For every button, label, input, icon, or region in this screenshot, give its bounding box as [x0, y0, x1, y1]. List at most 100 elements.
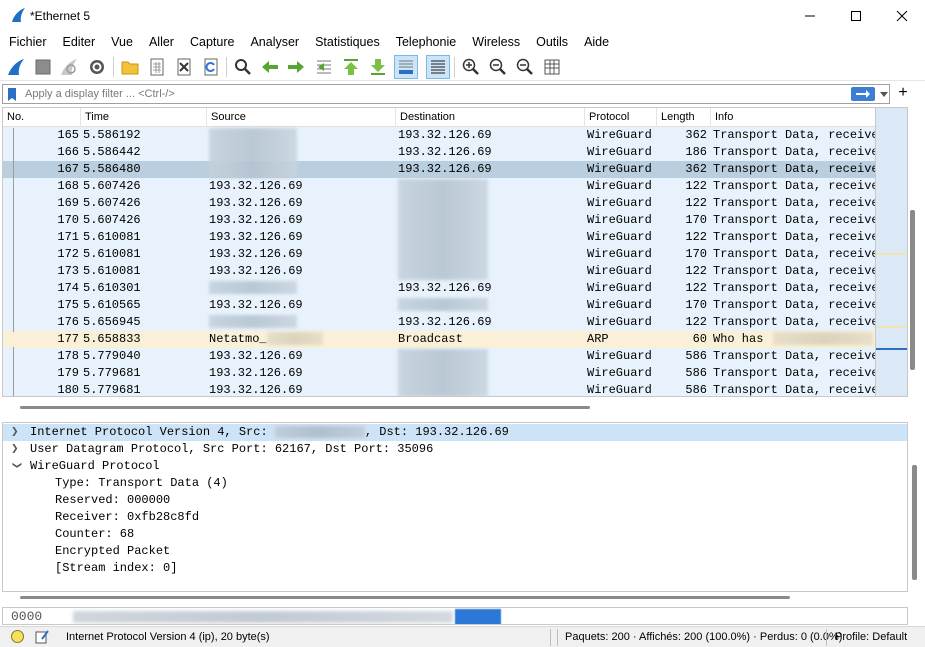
find-packet-button[interactable]	[231, 55, 255, 79]
packet-no: 165	[57, 128, 79, 142]
restart-capture-button[interactable]	[57, 55, 81, 79]
detail-field-receiver: Receiver: 0xfb28c8fd	[55, 510, 200, 524]
details-hscrollbar[interactable]	[20, 596, 790, 599]
menu-outils[interactable]: Outils	[528, 32, 576, 52]
arrow-right-icon	[856, 90, 870, 98]
capture-comment-icon[interactable]	[34, 629, 50, 645]
column-header-time[interactable]: Time	[81, 108, 207, 127]
packet-source: 193.32.126.69	[209, 213, 303, 227]
reload-file-button[interactable]	[199, 55, 223, 79]
detail-wg-text: WireGuard Protocol	[30, 459, 160, 473]
conversation-bracket	[13, 128, 14, 332]
filter-history-dropdown[interactable]	[879, 87, 889, 101]
packet-row[interactable]: 165 5.586192 193.32.126.69 WireGuard 362…	[3, 127, 875, 144]
menu-aide[interactable]: Aide	[576, 32, 617, 52]
packet-time: 5.610081	[83, 247, 141, 261]
last-packet-button[interactable]	[366, 55, 390, 79]
start-capture-button[interactable]	[4, 55, 28, 79]
column-header-source[interactable]: Source	[207, 108, 396, 127]
packet-list-scrollbar[interactable]	[910, 210, 915, 370]
capture-options-button[interactable]	[85, 55, 109, 79]
menu-analyser[interactable]: Analyser	[242, 32, 307, 52]
detail-field-row[interactable]: [Stream index: 0]	[3, 560, 907, 577]
chevron-right-icon[interactable]: ❯	[11, 424, 21, 441]
autoscroll-button[interactable]	[394, 55, 418, 79]
resize-columns-button[interactable]	[540, 55, 564, 79]
bookmark-icon[interactable]	[7, 88, 17, 101]
goto-lines-icon	[317, 60, 331, 74]
go-to-packet-button[interactable]	[312, 55, 336, 79]
display-filter-input[interactable]	[25, 86, 845, 102]
menu-fichier[interactable]: Fichier	[0, 32, 55, 52]
open-file-button[interactable]	[118, 55, 142, 79]
detail-field-row[interactable]: Type: Transport Data (4)	[3, 475, 907, 492]
menu-wireless[interactable]: Wireless	[464, 32, 528, 52]
menu-vue[interactable]: Vue	[103, 32, 141, 52]
packet-row-selected[interactable]: 167 5.586480 193.32.126.69 WireGuard 362…	[3, 161, 875, 178]
gear-icon	[90, 60, 104, 74]
packet-minimap[interactable]	[875, 108, 907, 396]
detail-ip-row[interactable]: ❯ Internet Protocol Version 4, Src: , Ds…	[3, 424, 907, 441]
packet-row-arp[interactable]: 177 5.658833 Netatmo_ Broadcast ARP 60 W…	[3, 331, 875, 348]
title-bar: *Ethernet 5	[0, 0, 925, 32]
close-file-button[interactable]	[172, 55, 196, 79]
column-header-info[interactable]: Info	[711, 108, 875, 127]
apply-filter-button[interactable]	[851, 87, 875, 101]
chevron-down-icon[interactable]: ❯	[8, 462, 25, 472]
colorize-button[interactable]	[426, 55, 450, 79]
packet-time: 5.610301	[83, 281, 141, 295]
wireshark-fin-icon	[12, 8, 25, 22]
detail-wg-row[interactable]: ❯ WireGuard Protocol	[3, 458, 907, 475]
packet-length: 122	[685, 264, 707, 278]
first-packet-button[interactable]	[339, 55, 363, 79]
zoom-out-button[interactable]	[486, 55, 510, 79]
menu-aller[interactable]: Aller	[141, 32, 182, 52]
menu-editer[interactable]: Editer	[55, 32, 104, 52]
packet-list-hscrollbar[interactable]	[20, 406, 590, 409]
minimize-button[interactable]	[787, 0, 833, 32]
detail-udp-row[interactable]: ❯ User Datagram Protocol, Src Port: 6216…	[3, 441, 907, 458]
packet-no: 177	[57, 332, 79, 346]
packet-length: 362	[685, 162, 707, 176]
detail-field-row[interactable]: Counter: 68	[3, 526, 907, 543]
add-filter-button[interactable]: +	[896, 83, 910, 103]
column-header-length[interactable]: Length	[657, 108, 711, 127]
maximize-button[interactable]	[833, 0, 879, 32]
detail-field-row[interactable]: Receiver: 0xfb28c8fd	[3, 509, 907, 526]
packet-time: 5.607426	[83, 179, 141, 193]
packet-details-pane: ❯ Internet Protocol Version 4, Src: , Ds…	[2, 422, 908, 592]
column-header-protocol[interactable]: Protocol	[585, 108, 657, 127]
close-button[interactable]	[879, 0, 925, 32]
packet-info: Transport Data, receive	[713, 179, 875, 193]
status-profile[interactable]: Profile: Default	[835, 631, 907, 643]
stop-capture-button[interactable]	[31, 55, 55, 79]
packet-row[interactable]: 174 5.610301 193.32.126.69 WireGuard 122…	[3, 280, 875, 297]
packet-no: 175	[57, 298, 79, 312]
packet-protocol: WireGuard	[587, 179, 652, 193]
packet-no: 167	[57, 162, 79, 176]
packet-protocol: WireGuard	[587, 162, 652, 176]
detail-field-row[interactable]: Reserved: 000000	[3, 492, 907, 509]
packet-source: 193.32.126.69	[209, 383, 303, 397]
zoom-in-button[interactable]	[459, 55, 483, 79]
details-scrollbar[interactable]	[912, 465, 917, 580]
normal-size-button[interactable]	[513, 55, 537, 79]
close-icon	[896, 10, 908, 22]
go-back-button[interactable]	[258, 55, 282, 79]
packet-row[interactable]: 176 5.656945 193.32.126.69 WireGuard 122…	[3, 314, 875, 331]
packet-row[interactable]: 166 5.586442 193.32.126.69 WireGuard 186…	[3, 144, 875, 161]
menu-statistiques[interactable]: Statistiques	[307, 32, 388, 52]
menu-capture[interactable]: Capture	[182, 32, 242, 52]
save-file-button[interactable]	[145, 55, 169, 79]
chevron-right-icon[interactable]: ❯	[11, 441, 21, 458]
shark-fin-icon	[8, 59, 24, 75]
packet-length: 186	[685, 145, 707, 159]
go-forward-button[interactable]	[284, 55, 308, 79]
expert-info-led-icon[interactable]	[11, 630, 24, 643]
detail-field-row[interactable]: Encrypted Packet	[3, 543, 907, 560]
packet-protocol: WireGuard	[587, 383, 652, 397]
display-filter-bar: +	[0, 83, 925, 105]
column-header-destination[interactable]: Destination	[396, 108, 585, 127]
menu-telephonie[interactable]: Telephonie	[388, 32, 464, 52]
column-header-no[interactable]: No.	[3, 108, 81, 127]
